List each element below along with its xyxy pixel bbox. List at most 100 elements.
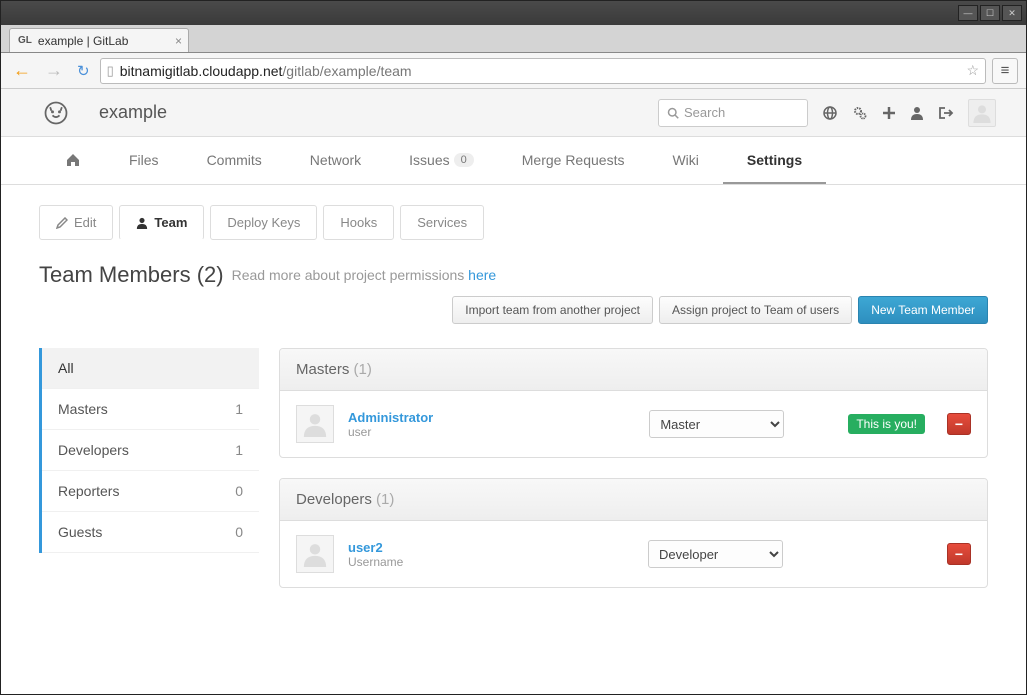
plus-icon[interactable]	[882, 106, 896, 120]
role-select[interactable]: Master	[649, 410, 784, 438]
import-team-button[interactable]: Import team from another project	[452, 296, 653, 324]
nav-issues-label: Issues	[409, 152, 449, 168]
search-input[interactable]: Search	[658, 99, 808, 127]
member-name[interactable]: user2	[348, 540, 403, 555]
new-member-button[interactable]: New Team Member	[858, 296, 988, 324]
browser-toolbar: ← → ↻ ▯ bitnamigitlab.cloudapp.net/gitla…	[1, 53, 1026, 89]
settings-subnav: Edit Team Deploy Keys Hooks Services	[39, 205, 988, 240]
header-actions: Search	[658, 99, 996, 127]
window-titlebar: — ☐ ✕	[1, 1, 1026, 25]
url-path: /gitlab/example/team	[282, 63, 411, 79]
pencil-icon	[56, 217, 68, 229]
this-is-you-badge: This is you!	[848, 414, 925, 434]
browser-menu-button[interactable]: ≡	[992, 58, 1018, 84]
person-icon	[136, 217, 148, 229]
project-nav: Files Commits Network Issues 0 Merge Req…	[1, 137, 1026, 185]
close-button[interactable]: ✕	[1002, 5, 1022, 21]
globe-icon[interactable]	[822, 105, 838, 121]
sidebar-item-count: 0	[235, 524, 243, 540]
search-icon	[667, 107, 679, 119]
app-header: example Search	[1, 89, 1026, 137]
nav-settings[interactable]: Settings	[723, 137, 826, 184]
member-info: user2 Username	[348, 540, 403, 569]
assign-team-button[interactable]: Assign project to Team of users	[659, 296, 852, 324]
sidebar-item-guests[interactable]: Guests 0	[42, 512, 259, 553]
sidebar-item-all[interactable]: All	[42, 348, 259, 389]
sidebar-item-label: Masters	[58, 401, 108, 417]
signout-icon[interactable]	[938, 106, 954, 120]
maximize-button[interactable]: ☐	[980, 5, 1000, 21]
member-info: Administrator user	[348, 410, 433, 439]
member-avatar	[296, 405, 334, 443]
content-area: Edit Team Deploy Keys Hooks Services Tea…	[1, 185, 1026, 608]
heading-row: Team Members (2) Read more about project…	[39, 262, 988, 324]
sidebar-item-label: Reporters	[58, 483, 119, 499]
remove-member-button[interactable]: −	[947, 543, 971, 565]
member-avatar	[296, 535, 334, 573]
group-count: (1)	[354, 361, 372, 378]
sidebar-item-masters[interactable]: Masters 1	[42, 389, 259, 430]
permissions-link[interactable]: here	[468, 267, 496, 283]
sidebar-item-count: 1	[235, 401, 243, 417]
sidebar-item-count: 1	[235, 442, 243, 458]
reload-button[interactable]: ↻	[73, 62, 94, 80]
group-header: Developers (1)	[280, 479, 987, 521]
subnav-deploy-keys[interactable]: Deploy Keys	[210, 205, 317, 240]
home-icon	[65, 152, 81, 168]
user-avatar[interactable]	[968, 99, 996, 127]
browser-tab[interactable]: GL example | GitLab ×	[9, 28, 189, 52]
group-count: (1)	[376, 491, 394, 508]
subnav-edit[interactable]: Edit	[39, 205, 113, 240]
remove-member-button[interactable]: −	[947, 413, 971, 435]
back-button[interactable]: ←	[9, 60, 35, 81]
gears-icon[interactable]	[852, 105, 868, 121]
sidebar-item-label: Guests	[58, 524, 102, 540]
member-row: Administrator user Master This is you! −	[280, 391, 987, 457]
subnav-services[interactable]: Services	[400, 205, 484, 240]
role-select[interactable]: Developer	[648, 540, 783, 568]
nav-files[interactable]: Files	[105, 137, 183, 184]
nav-merge-requests[interactable]: Merge Requests	[498, 137, 649, 184]
group-title: Masters	[296, 361, 349, 378]
gitlab-logo[interactable]	[41, 98, 71, 128]
group-header: Masters (1)	[280, 349, 987, 391]
project-name[interactable]: example	[99, 102, 167, 123]
group-developers: Developers (1) user2 Username	[279, 478, 988, 588]
members-column: Masters (1) Administrator user	[279, 348, 988, 588]
nav-issues[interactable]: Issues 0	[385, 137, 498, 184]
subnav-team-label: Team	[154, 215, 187, 230]
subtext-text: Read more about project permissions	[232, 267, 469, 283]
tab-close-icon[interactable]: ×	[175, 34, 182, 48]
member-username: Username	[348, 555, 403, 569]
sidebar-item-label: Developers	[58, 442, 129, 458]
subnav-team[interactable]: Team	[119, 205, 204, 240]
subnav-hooks[interactable]: Hooks	[323, 205, 394, 240]
favicon: GL	[18, 35, 32, 46]
issues-count-badge: 0	[454, 153, 474, 167]
sidebar-item-developers[interactable]: Developers 1	[42, 430, 259, 471]
minimize-button[interactable]: —	[958, 5, 978, 21]
page-subtext: Read more about project permissions here	[232, 267, 497, 283]
sidebar-item-reporters[interactable]: Reporters 0	[42, 471, 259, 512]
action-buttons: Import team from another project Assign …	[452, 296, 988, 324]
member-row: user2 Username Developer −	[280, 521, 987, 587]
tab-title: example | GitLab	[38, 34, 129, 48]
group-title: Developers	[296, 491, 372, 508]
url-host: bitnamigitlab.cloudapp.net	[120, 63, 283, 79]
page-icon: ▯	[107, 63, 114, 79]
member-username: user	[348, 425, 433, 439]
os-window: — ☐ ✕ GL example | GitLab × ← → ↻ ▯ bitn…	[0, 0, 1027, 695]
member-name[interactable]: Administrator	[348, 410, 433, 425]
nav-home[interactable]	[41, 137, 105, 184]
user-icon[interactable]	[910, 106, 924, 120]
url-bar[interactable]: ▯ bitnamigitlab.cloudapp.net/gitlab/exam…	[100, 58, 986, 84]
nav-wiki[interactable]: Wiki	[648, 137, 722, 184]
forward-button[interactable]: →	[41, 60, 67, 81]
two-column-layout: All Masters 1 Developers 1 Reporters 0	[39, 348, 988, 588]
role-filter-sidebar: All Masters 1 Developers 1 Reporters 0	[39, 348, 259, 553]
sidebar-item-count: 0	[235, 483, 243, 499]
nav-network[interactable]: Network	[286, 137, 385, 184]
bookmark-star-icon[interactable]: ☆	[966, 62, 979, 79]
search-placeholder: Search	[684, 105, 725, 120]
nav-commits[interactable]: Commits	[183, 137, 286, 184]
